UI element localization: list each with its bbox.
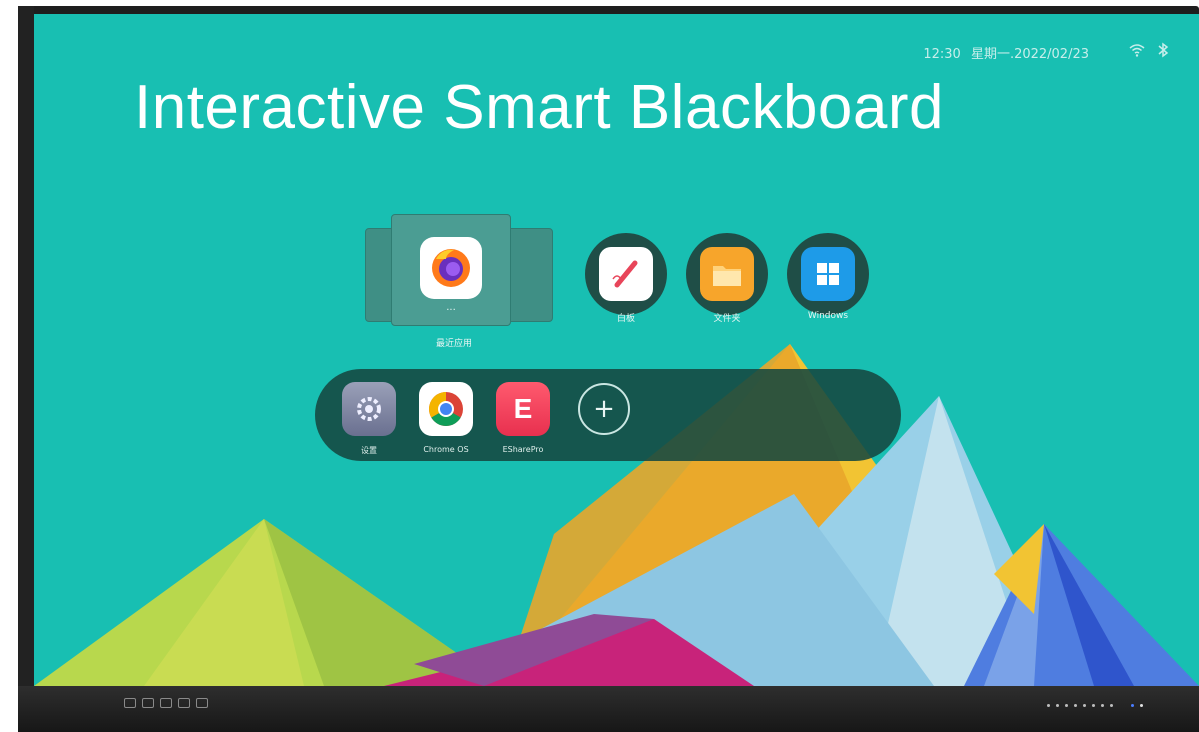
eshare-label: ESharePro bbox=[502, 445, 544, 454]
chrome-icon[interactable] bbox=[419, 382, 473, 436]
windows-label: Windows bbox=[807, 311, 849, 321]
eshare-icon[interactable]: E bbox=[496, 382, 550, 436]
home-screen: 12:30 星期一.2022/02/23 Interactive Smart B… bbox=[34, 14, 1199, 686]
wifi-icon[interactable] bbox=[1129, 42, 1145, 62]
windows-icon bbox=[801, 247, 855, 301]
whiteboard-label: 白板 bbox=[616, 314, 635, 324]
smart-board-device: 12:30 星期一.2022/02/23 Interactive Smart B… bbox=[0, 0, 1199, 732]
whiteboard-app[interactable] bbox=[585, 233, 667, 315]
settings-label: 设置 bbox=[361, 446, 377, 455]
windows-app[interactable] bbox=[787, 233, 869, 315]
add-app-button[interactable]: + bbox=[578, 383, 630, 435]
settings-gear-icon[interactable] bbox=[342, 382, 396, 436]
usb-port bbox=[124, 698, 136, 708]
firefox-icon[interactable] bbox=[420, 237, 482, 299]
status-bar: 12:30 星期一.2022/02/23 bbox=[923, 42, 1169, 62]
front-buttons[interactable] bbox=[1047, 704, 1143, 707]
bluetooth-icon[interactable] bbox=[1157, 42, 1169, 62]
clock-time: 12:30 bbox=[923, 46, 961, 62]
recent-apps-label: 最近应用 bbox=[435, 339, 472, 349]
headline-title: Interactive Smart Blackboard bbox=[134, 73, 945, 142]
usb-port bbox=[178, 698, 190, 708]
recent-app-card[interactable]: ··· bbox=[391, 214, 511, 326]
app-dock: 设置 Chrome OS E ESharePro + bbox=[315, 369, 901, 461]
folder-app[interactable] bbox=[686, 233, 768, 315]
front-ports bbox=[124, 698, 208, 708]
folder-label: 文件夹 bbox=[713, 314, 741, 324]
recent-apps-stack[interactable]: ··· 最近应用 bbox=[361, 214, 553, 349]
left-bezel bbox=[18, 6, 34, 690]
usb-port bbox=[196, 698, 208, 708]
folder-icon bbox=[700, 247, 754, 301]
bottom-bezel bbox=[18, 686, 1199, 732]
usb-port bbox=[160, 698, 172, 708]
weekday-date: 星期一.2022/02/23 bbox=[970, 46, 1089, 62]
recent-ellipsis: ··· bbox=[446, 305, 456, 316]
whiteboard-icon bbox=[599, 247, 653, 301]
chrome-label: Chrome OS bbox=[423, 445, 469, 454]
usb-port bbox=[142, 698, 154, 708]
